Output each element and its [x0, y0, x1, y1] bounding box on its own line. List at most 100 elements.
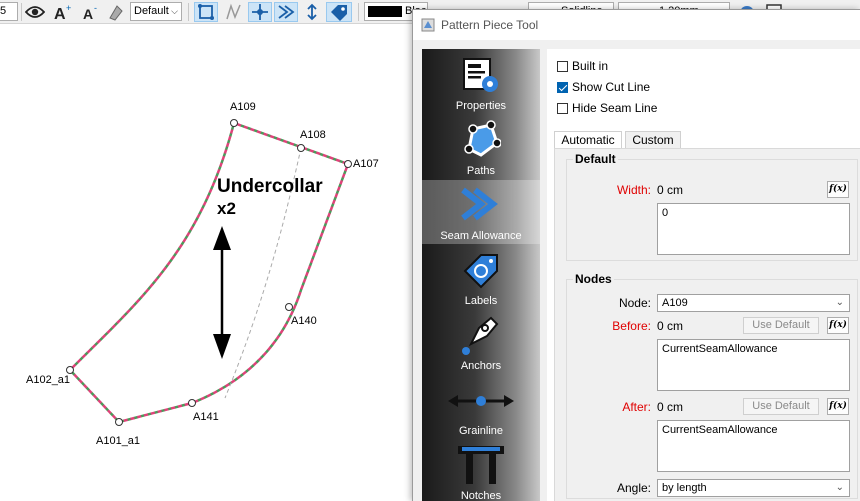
- decrease-font-icon[interactable]: A-: [80, 2, 102, 22]
- before-formula-button[interactable]: f(x): [827, 317, 849, 334]
- line-type-combo[interactable]: Default ⌵: [130, 2, 182, 21]
- point-label: A141: [193, 411, 219, 423]
- tool-options-icon[interactable]: [106, 2, 128, 22]
- point-a140[interactable]: [285, 303, 293, 311]
- point-label: A140: [291, 315, 317, 327]
- after-label: After:: [622, 400, 651, 414]
- dialog-titlebar[interactable]: Pattern Piece Tool: [413, 10, 860, 40]
- tab-custom[interactable]: Custom: [625, 131, 681, 149]
- nav-paths[interactable]: Paths: [422, 115, 540, 179]
- toolbar-separator: [358, 3, 359, 21]
- side-navigation: Properties Paths Seam Allowance Labels A…: [422, 49, 540, 501]
- use-default-label: Use Default: [752, 319, 810, 331]
- point-a107[interactable]: [344, 160, 352, 168]
- automatic-tab-pane: Default Width: 0 cm f(x) 0 Nodes Node: A…: [554, 148, 860, 501]
- angle-select[interactable]: by length ⌄: [657, 479, 850, 497]
- piece-select-icon[interactable]: [194, 2, 218, 22]
- nav-label: Properties: [455, 100, 507, 112]
- app-icon: [421, 18, 435, 32]
- nav-properties[interactable]: Properties: [422, 50, 540, 114]
- after-formula-field[interactable]: CurrentSeamAllowance: [657, 420, 850, 472]
- point-label: A108: [300, 129, 326, 141]
- checkbox-box[interactable]: [557, 81, 568, 93]
- before-formula-field[interactable]: CurrentSeamAllowance: [657, 339, 850, 391]
- dialog-title: Pattern Piece Tool: [441, 18, 539, 32]
- size-combo[interactable]: 5: [0, 2, 18, 21]
- before-label: Before:: [612, 319, 651, 333]
- after-formula-button[interactable]: f(x): [827, 398, 849, 415]
- eye-icon[interactable]: [24, 2, 46, 22]
- pattern-piece-drawing: A109 A108 A107 A140 A102_a1 A141 A101_a1…: [26, 101, 379, 447]
- before-use-default-button[interactable]: Use Default: [743, 317, 819, 334]
- checkbox-label: Built in: [572, 59, 609, 73]
- before-formula-text: CurrentSeamAllowance: [662, 343, 778, 355]
- node-value: A109: [662, 297, 688, 309]
- toolbar-separator: [188, 3, 189, 21]
- increase-font-icon[interactable]: A +: [52, 2, 74, 22]
- drawing-canvas[interactable]: A109 A108 A107 A140 A102_a1 A141 A101_a1…: [0, 25, 412, 501]
- grainline-icon: [448, 395, 514, 407]
- fx-label: f(x): [829, 401, 847, 411]
- properties-icon: [463, 58, 498, 92]
- notch-tool-icon[interactable]: [274, 2, 298, 22]
- point-label: A101_a1: [96, 435, 140, 447]
- width-formula-button[interactable]: f(x): [827, 181, 849, 198]
- fx-label: f(x): [829, 184, 847, 194]
- tab-label: Automatic: [561, 133, 615, 147]
- nav-anchors[interactable]: Anchors: [422, 310, 540, 374]
- paths-icon: [464, 120, 501, 157]
- show-cut-line-checkbox[interactable]: Show Cut Line: [557, 80, 650, 94]
- seam-line: [69, 121, 350, 424]
- use-default-label: Use Default: [752, 400, 810, 412]
- checkbox-box[interactable]: [557, 102, 568, 114]
- nav-label: Seam Allowance: [440, 230, 522, 242]
- checkbox-label: Show Cut Line: [572, 80, 651, 94]
- color-swatch: [368, 5, 402, 17]
- chevron-down-icon: ⌄: [835, 482, 844, 493]
- width-formula-field[interactable]: 0: [657, 203, 850, 255]
- labels-icon: [463, 254, 498, 289]
- nodes-group: Nodes Node: A109 ⌄ Before: 0 cm Use Defa…: [566, 272, 858, 499]
- grainline-arrow: [213, 226, 231, 359]
- curve-tool-icon[interactable]: [222, 2, 246, 22]
- point-a101-a1[interactable]: [115, 418, 123, 426]
- seam-allowance-icon: [461, 187, 498, 221]
- point-a108[interactable]: [297, 144, 305, 152]
- checkbox-box[interactable]: [557, 60, 568, 72]
- pattern-piece-dialog: Pattern Piece Tool Properties Paths Seam…: [412, 9, 860, 501]
- label-tool-icon[interactable]: [326, 2, 352, 22]
- point-a141[interactable]: [188, 399, 196, 407]
- nav-seam-allowance[interactable]: Seam Allowance: [422, 180, 540, 244]
- svg-text:A: A: [83, 6, 93, 21]
- after-use-default-button[interactable]: Use Default: [743, 398, 819, 415]
- nav-label: Notches: [460, 490, 502, 501]
- piece-count: x2: [217, 199, 236, 218]
- grainline-tool-icon[interactable]: [300, 2, 324, 22]
- before-value: 0 cm: [657, 319, 684, 333]
- hide-seam-line-checkbox[interactable]: Hide Seam Line: [557, 101, 657, 115]
- point-a109[interactable]: [230, 119, 238, 127]
- point-a102-a1[interactable]: [66, 366, 74, 374]
- toolbar-separator: [21, 3, 22, 21]
- nav-notches[interactable]: Notches: [422, 440, 540, 501]
- chevron-down-icon: ⌄: [835, 297, 844, 308]
- chevron-down-icon: ⌵: [171, 6, 178, 16]
- svg-text:A: A: [54, 6, 66, 21]
- point-tool-icon[interactable]: [248, 2, 272, 22]
- nav-grainline[interactable]: Grainline: [422, 375, 540, 439]
- node-select[interactable]: A109 ⌄: [657, 294, 850, 312]
- nav-labels[interactable]: Labels: [422, 245, 540, 309]
- after-value: 0 cm: [657, 400, 684, 414]
- nav-label: Labels: [464, 295, 498, 307]
- angle-value: by length: [662, 482, 707, 494]
- anchors-icon: [462, 316, 499, 355]
- seam-allowance-panel: Built in Show Cut Line Hide Seam Line Au…: [547, 49, 860, 501]
- width-formula-text: 0: [662, 207, 669, 219]
- built-in-checkbox[interactable]: Built in: [557, 59, 608, 73]
- node-label: Node:: [618, 296, 651, 310]
- checkbox-label: Hide Seam Line: [572, 101, 658, 115]
- svg-text:-: -: [94, 3, 97, 13]
- angle-label: Angle:: [616, 481, 651, 495]
- group-title: Default: [573, 152, 618, 166]
- nav-label: Anchors: [460, 360, 502, 372]
